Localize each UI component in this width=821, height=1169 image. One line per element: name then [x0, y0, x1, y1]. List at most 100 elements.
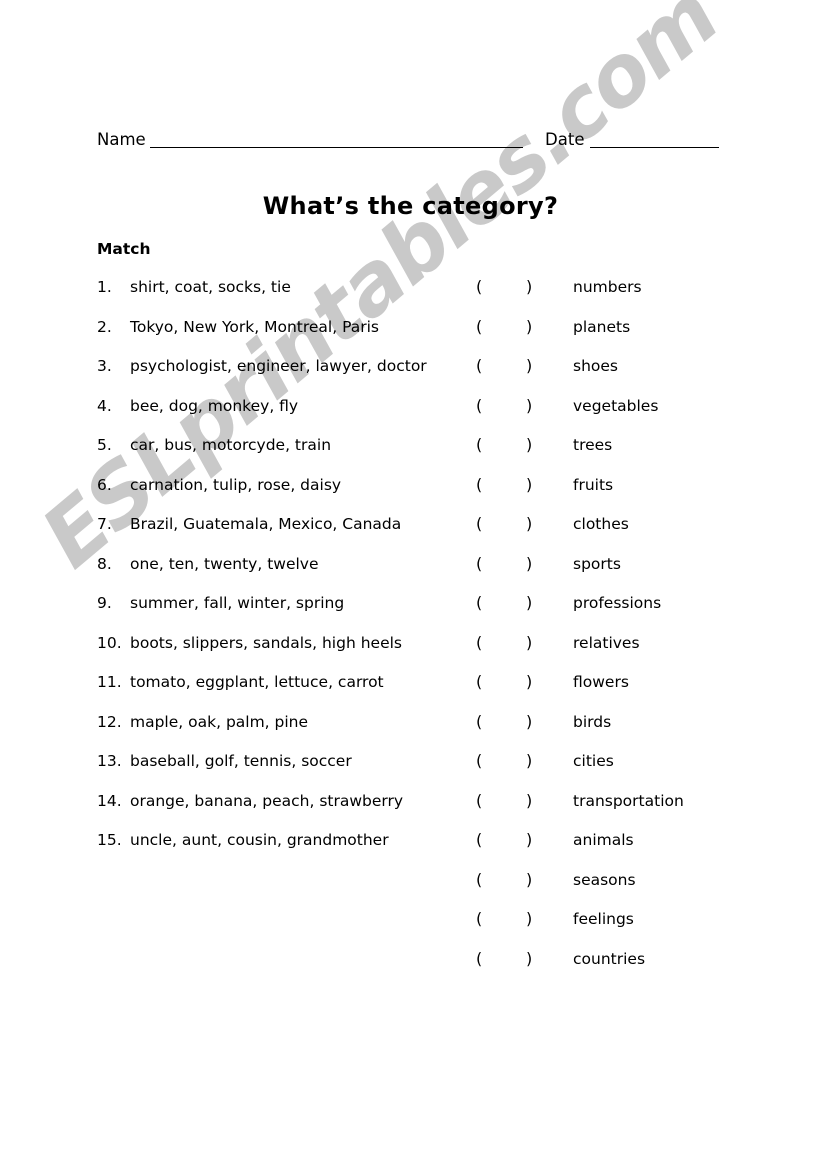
item-words: carnation, tulip, rose, daisy	[130, 475, 342, 494]
answer-blank[interactable]: ( )	[476, 909, 546, 949]
item-words: one, ten, twenty, twelve	[130, 554, 319, 573]
category-list: numbers planets shoes vegetables trees f…	[573, 277, 793, 988]
date-label: Date	[545, 130, 585, 149]
category-item: trees	[573, 436, 613, 454]
answer-blank[interactable]: ( )	[476, 356, 546, 396]
category-item: numbers	[573, 278, 642, 296]
category-item: vegetables	[573, 396, 659, 415]
category-item: clothes	[573, 515, 629, 533]
list-item: 15. uncle, aunt, cousin, grandmother	[97, 830, 467, 870]
item-words: psychologist, engineer, lawyer, doctor	[130, 357, 427, 375]
category-item: relatives	[573, 633, 640, 652]
paren-open: (	[476, 830, 483, 849]
list-item: 13. baseball, golf, tennis, soccer	[97, 751, 467, 791]
paren-open: (	[476, 593, 483, 612]
list-item: 5. car, bus, motorcyde, train	[97, 435, 467, 475]
answer-blank[interactable]: ( )	[476, 554, 546, 594]
category-item: countries	[573, 949, 646, 968]
item-words: shirt, coat, socks, tie	[130, 278, 291, 296]
paren-open: (	[476, 316, 483, 336]
paren-close: )	[526, 909, 533, 928]
paren-open: (	[476, 790, 483, 810]
category-item: cities	[573, 752, 614, 770]
item-words: summer, fall, winter, spring	[130, 594, 345, 612]
item-number: 15.	[97, 831, 122, 849]
answer-blank[interactable]: ( )	[476, 277, 546, 317]
item-number: 14.	[97, 791, 122, 810]
item-words: uncle, aunt, cousin, grandmother	[130, 831, 389, 849]
category-item: professions	[573, 594, 662, 612]
answer-blank-list: ( ) ( ) ( ) ( ) ( ) ( ) ( ) ( ) () () …	[476, 277, 546, 988]
answer-blank[interactable]: ( )	[476, 593, 546, 633]
item-words: Brazil, Guatemala, Mexico, Canada	[130, 515, 402, 533]
answer-blank[interactable]: ( )	[476, 751, 546, 791]
list-item: 4. bee, dog, monkey, fly	[97, 396, 467, 436]
paren-close: )	[526, 277, 533, 296]
answer-blank[interactable]: ( )	[476, 317, 546, 357]
answer-blank[interactable]: ( )	[476, 791, 546, 831]
list-item: 3. psychologist, engineer, lawyer, docto…	[97, 356, 467, 396]
item-words: orange, banana, peach, strawberry	[130, 791, 404, 810]
item-number: 8.	[97, 554, 112, 573]
category-item: transportation	[573, 791, 684, 810]
paren-close: )	[526, 435, 533, 454]
worksheet-page: ESLprintables.com Name Date What’s the c…	[0, 0, 821, 1169]
paren-close: )	[526, 356, 533, 375]
paren-open: (	[476, 277, 483, 296]
date-write-in-line[interactable]	[590, 147, 719, 148]
category-item: feelings	[573, 910, 634, 928]
answer-blank[interactable]: ( )	[476, 712, 546, 752]
item-number: 1.	[97, 278, 112, 296]
paren-open: (	[476, 435, 483, 454]
list-item: 14. orange, banana, peach, strawberry	[97, 791, 467, 831]
paren-open: (	[476, 751, 483, 770]
item-words: boots, slippers, sandals, high heels	[130, 633, 402, 652]
list-item: 10. boots, slippers, sandals, high heels	[97, 633, 467, 673]
answer-blank[interactable]: ( )	[476, 830, 546, 870]
paren-close: )	[526, 830, 533, 849]
list-item: 8. one, ten, twenty, twelve	[97, 554, 467, 594]
paren-open: (	[476, 869, 483, 889]
answer-blank[interactable]: ( )	[476, 672, 546, 712]
list-item: 2. Tokyo, New York, Montreal, Paris	[97, 317, 467, 357]
answer-blank[interactable]: ( )	[476, 514, 546, 554]
word-group-list: 1. shirt, coat, socks, tie 2. Tokyo, New…	[97, 277, 467, 870]
paren-close: )	[526, 514, 533, 533]
item-number: 9.	[97, 594, 112, 612]
category-item: shoes	[573, 357, 618, 375]
category-item: animals	[573, 831, 634, 849]
item-number: 4.	[97, 396, 112, 415]
item-number: 13.	[97, 752, 122, 770]
paren-close: )	[526, 751, 533, 770]
item-number: 6.	[97, 475, 112, 494]
item-number: 5.	[97, 436, 112, 454]
paren-close: )	[526, 553, 533, 573]
paren-close: )	[526, 948, 533, 968]
paren-open: (	[476, 356, 483, 375]
paren-open: (	[476, 553, 483, 573]
list-item: 7. Brazil, Guatemala, Mexico, Canada	[97, 514, 467, 554]
answer-blank[interactable]: ( )	[476, 435, 546, 475]
category-item: flowers	[573, 673, 629, 691]
category-item: planets	[573, 317, 631, 336]
paren-open: (	[476, 395, 483, 415]
answer-blank[interactable]: ( )	[476, 949, 546, 989]
item-number: 2.	[97, 317, 112, 336]
answer-blank[interactable]: ( )	[476, 475, 546, 515]
answer-blank[interactable]: ( )	[476, 633, 546, 673]
name-write-in-line[interactable]	[149, 147, 524, 148]
answer-blank[interactable]: ( )	[476, 870, 546, 910]
item-words: bee, dog, monkey, fly	[130, 396, 299, 415]
paren-close: )	[526, 474, 533, 494]
paren-open: (	[476, 909, 483, 928]
list-item: 9. summer, fall, winter, spring	[97, 593, 467, 633]
paren-close: )	[526, 790, 533, 810]
item-number: 3.	[97, 357, 112, 375]
paren-open: (	[476, 632, 483, 652]
category-item: birds	[573, 712, 612, 731]
category-item: sports	[573, 554, 621, 573]
item-number: 11.	[97, 673, 122, 691]
paren-close: )	[526, 672, 533, 691]
answer-blank[interactable]: ( )	[476, 396, 546, 436]
category-item: fruits	[573, 475, 614, 494]
